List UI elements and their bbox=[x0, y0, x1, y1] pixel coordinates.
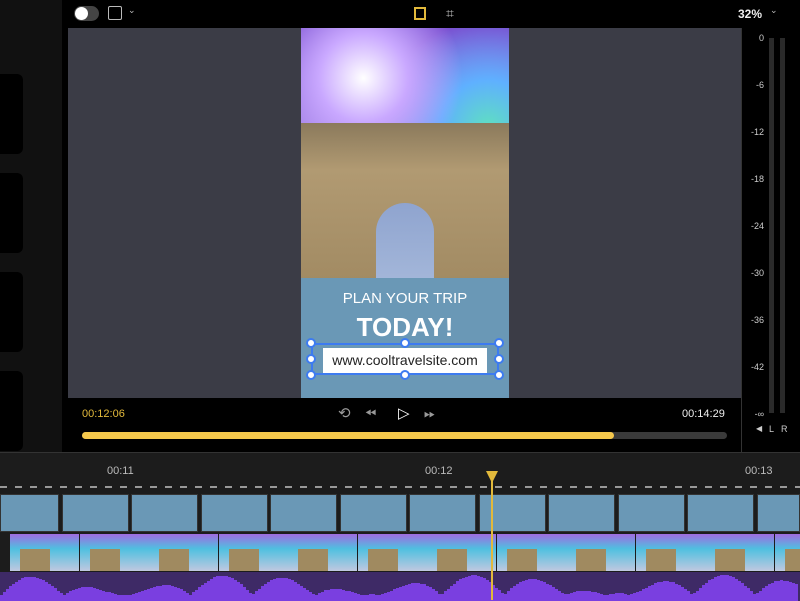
zoom-level[interactable]: 32% bbox=[738, 7, 762, 21]
title-clip-segment[interactable] bbox=[548, 494, 615, 532]
resize-handle[interactable] bbox=[494, 354, 504, 364]
title-clip-segment[interactable] bbox=[757, 494, 800, 532]
video-thumbnail[interactable] bbox=[566, 534, 635, 571]
video-thumbnail[interactable] bbox=[427, 534, 496, 571]
meter-bar-left bbox=[769, 38, 774, 413]
ruler-tick-label: 00:13 bbox=[745, 465, 773, 477]
ruler-dashes bbox=[0, 486, 800, 488]
play-icon[interactable]: ▷ bbox=[398, 404, 410, 422]
left-panel bbox=[0, 0, 62, 452]
title-clip-segment[interactable] bbox=[131, 494, 198, 532]
meter-scale-label: 0 bbox=[759, 33, 764, 43]
media-tile[interactable] bbox=[0, 272, 23, 352]
meter-scale-label: -∞ bbox=[755, 409, 764, 419]
video-thumbnail[interactable] bbox=[497, 534, 566, 571]
resize-handle[interactable] bbox=[306, 338, 316, 348]
title-clip-segment[interactable] bbox=[340, 494, 407, 532]
audio-waveform-track[interactable] bbox=[0, 572, 800, 601]
current-time: 00:12:06 bbox=[82, 408, 125, 420]
resize-handle[interactable] bbox=[306, 370, 316, 380]
meter-scale-label: -18 bbox=[751, 174, 764, 184]
video-thumbnail[interactable] bbox=[636, 534, 705, 571]
fast-forward-icon[interactable]: ⏩︎ bbox=[424, 405, 435, 422]
crop-icon[interactable]: ⌗ bbox=[446, 5, 454, 22]
progress-fill bbox=[82, 432, 614, 439]
title-clip-segment[interactable] bbox=[0, 494, 59, 532]
resize-handle[interactable] bbox=[306, 354, 316, 364]
chevron-down-icon[interactable]: ⌄ bbox=[770, 5, 778, 16]
viewer-toolbar: ⌄ ⌗ 32% ⌄ bbox=[62, 0, 800, 28]
title-clip-segment[interactable] bbox=[479, 494, 546, 532]
video-thumbnail[interactable] bbox=[358, 534, 427, 571]
video-thumbnail[interactable] bbox=[288, 534, 357, 571]
meter-left-label: L bbox=[769, 424, 774, 434]
meter-scale-label: -36 bbox=[751, 315, 764, 325]
title-clip-segment[interactable] bbox=[201, 494, 268, 532]
progress-bar[interactable] bbox=[82, 432, 727, 439]
total-time: 00:14:29 bbox=[682, 408, 725, 420]
arch-image bbox=[301, 123, 509, 280]
title-clip-segment[interactable] bbox=[409, 494, 476, 532]
video-thumbnail[interactable] bbox=[219, 534, 288, 571]
resize-handle[interactable] bbox=[400, 370, 410, 380]
video-thumbnail[interactable] bbox=[80, 534, 149, 571]
chevron-down-icon[interactable]: ⌄ bbox=[128, 5, 136, 16]
video-thumbnail[interactable] bbox=[10, 534, 79, 571]
speaker-icon[interactable]: ◀ bbox=[756, 424, 762, 433]
ruler-tick-label: 00:11 bbox=[107, 465, 134, 477]
title-clip-segment[interactable] bbox=[687, 494, 754, 532]
resize-handle[interactable] bbox=[400, 338, 410, 348]
video-frame[interactable]: PLAN YOUR TRIP TODAY! www.cooltravelsite… bbox=[301, 28, 509, 398]
video-thumbnail[interactable] bbox=[149, 534, 218, 571]
rewind-icon[interactable]: ⏪︎ bbox=[365, 405, 376, 422]
meter-bar-right bbox=[780, 38, 785, 413]
media-tile[interactable] bbox=[0, 371, 23, 451]
meter-scale-label: -24 bbox=[751, 221, 764, 231]
meter-scale-label: -12 bbox=[751, 127, 764, 137]
text-panel: PLAN YOUR TRIP TODAY! www.cooltravelsite… bbox=[301, 278, 509, 398]
playback-controls: 00:12:06 ⟲ ⏪︎ ▷ ⏩︎ 00:14:29 bbox=[68, 398, 741, 452]
media-tile[interactable] bbox=[0, 74, 23, 154]
resize-handle[interactable] bbox=[494, 370, 504, 380]
video-thumbnail[interactable] bbox=[775, 534, 800, 571]
resize-handle[interactable] bbox=[494, 338, 504, 348]
timeline[interactable]: 00:11 00:12 00:13 bbox=[0, 452, 800, 600]
ruler-tick-label: 00:12 bbox=[425, 465, 453, 477]
meter-right-label: R bbox=[781, 424, 788, 434]
select-frame-icon[interactable] bbox=[414, 7, 426, 20]
title-clip-segment[interactable] bbox=[62, 494, 129, 532]
headline-text[interactable]: PLAN YOUR TRIP bbox=[301, 290, 509, 307]
title-clip-segment[interactable] bbox=[618, 494, 685, 532]
playhead[interactable] bbox=[491, 472, 493, 600]
meter-scale-label: -42 bbox=[751, 362, 764, 372]
transform-icon[interactable] bbox=[108, 6, 122, 20]
loop-icon[interactable]: ⟲ bbox=[338, 404, 351, 422]
meter-scale-label: -30 bbox=[751, 268, 764, 278]
media-tile[interactable] bbox=[0, 173, 23, 253]
meter-scale-label: -6 bbox=[756, 80, 764, 90]
audio-meter: 0 -6 -12 -18 -24 -30 -36 -42 -∞ ◀ L R bbox=[741, 28, 800, 452]
toggle-switch[interactable] bbox=[74, 6, 99, 21]
playhead-handle[interactable] bbox=[486, 471, 498, 483]
title-clip-segment[interactable] bbox=[270, 494, 337, 532]
waveform-bar bbox=[795, 584, 798, 601]
video-thumbnail[interactable] bbox=[705, 534, 774, 571]
